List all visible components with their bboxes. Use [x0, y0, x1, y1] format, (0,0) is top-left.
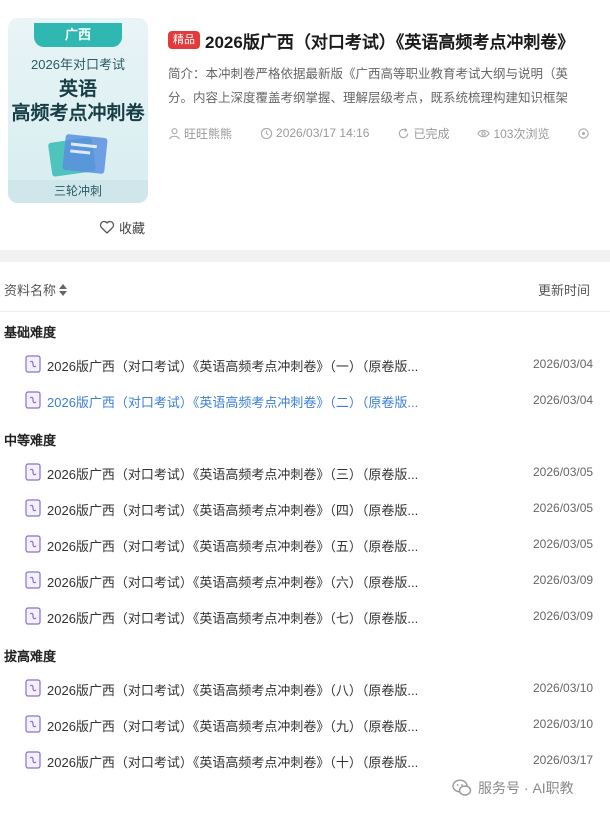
- file-name: 2026版广西（对口考试）《英语高频考点冲刺卷》（四）（原卷版...: [47, 503, 419, 518]
- view-count: 103次浏览: [477, 125, 549, 142]
- favorite-button[interactable]: 收藏: [99, 218, 145, 236]
- sort-by-name-button[interactable]: 资料名称: [4, 280, 68, 299]
- column-name-label: 资料名称: [4, 283, 57, 298]
- list-header: 资料名称 更新时间: [0, 262, 610, 312]
- wechat-icon: [452, 779, 472, 796]
- watermark-text: 服务号 · AI职教: [478, 780, 574, 796]
- intro-line-2: 分。内容上深度覆盖考纲掌握、理解层级考点，既系统梳理构建知识框架: [168, 91, 569, 105]
- eye-icon: [477, 129, 491, 137]
- file-icon: [25, 607, 41, 625]
- meta-bar: 旺旺熊熊 2026/03/17 14:16 已完成 103次浏览: [168, 124, 610, 142]
- file-row[interactable]: 2026版广西（对口考试）《英语高频考点冲刺卷》（一）（原卷版... 2026/0…: [0, 350, 610, 378]
- file-row[interactable]: 2026版广西（对口考试）《英语高频考点冲刺卷》（十）（原卷版... 2026/0…: [0, 746, 610, 774]
- file-icon: [25, 679, 41, 697]
- author-name: 旺旺熊熊: [184, 126, 233, 141]
- views-text: 103次浏览: [493, 126, 550, 141]
- file-row[interactable]: 2026版广西（对口考试）《英语高频考点冲刺卷》（六）（原卷版... 2026/0…: [0, 566, 610, 594]
- user-icon: [169, 127, 180, 139]
- completion-status: 已完成: [397, 125, 449, 142]
- file-name: 2026版广西（对口考试）《英语高频考点冲刺卷》（七）（原卷版...: [47, 611, 419, 626]
- file-icon: [25, 499, 41, 517]
- file-name: 2026版广西（对口考试）《英语高频考点冲刺卷》（三）（原卷版...: [47, 467, 419, 482]
- file-row[interactable]: 2026版广西（对口考试）《英语高频考点冲刺卷》（五）（原卷版... 2026/0…: [0, 530, 610, 558]
- file-icon: [25, 571, 41, 589]
- resource-header-card: 广西 2026年对口考试 英语 高频考点冲刺卷 三轮冲刺 收藏 精品 2026版…: [0, 0, 610, 250]
- author[interactable]: 旺旺熊熊: [168, 125, 232, 142]
- cover-image[interactable]: 广西 2026年对口考试 英语 高频考点冲刺卷: [8, 18, 148, 203]
- file-row[interactable]: 2026版广西（对口考试）《英语高频考点冲刺卷》（七）（原卷版... 2026/0…: [0, 602, 610, 630]
- group-title: 基础难度: [4, 325, 57, 340]
- file-icon: [25, 715, 41, 733]
- file-row[interactable]: 2026版广西（对口考试）《英语高频考点冲刺卷》（三）（原卷版... 2026/0…: [0, 458, 610, 486]
- group-title: 拔高难度: [4, 649, 57, 664]
- file-row[interactable]: 2026版广西（对口考试）《英语高频考点冲刺卷》（九）（原卷版... 2026/0…: [0, 710, 610, 738]
- file-date: 2026/03/10: [533, 681, 594, 695]
- cover-region-tag: 广西: [34, 23, 122, 47]
- file-icon: [25, 355, 41, 373]
- circle-icon: [578, 127, 590, 139]
- file-date: 2026/03/04: [533, 357, 594, 371]
- watermark: 服务号 · AI职教: [452, 778, 574, 798]
- file-name: 2026版广西（对口考试）《英语高频考点冲刺卷》（五）（原卷版...: [47, 539, 419, 554]
- group-title: 中等难度: [4, 433, 57, 448]
- heart-icon: [99, 220, 115, 234]
- file-date: 2026/03/05: [533, 537, 594, 551]
- refresh-icon: [399, 127, 409, 138]
- status-text: 已完成: [413, 126, 450, 141]
- book-illustration-icon: [48, 134, 108, 177]
- publish-time: 2026/03/17 14:16: [260, 126, 369, 140]
- premium-badge: 精品: [168, 31, 200, 49]
- intro-line-1: 简介：本冲刺卷严格依据最新版《广西高等职业教育考试大纲与说明（英: [168, 67, 569, 81]
- favorite-label: 收藏: [119, 220, 146, 236]
- cover-footer-label: 三轮冲刺: [53, 184, 102, 198]
- title-row: 精品 2026版广西（对口考试）《英语高频考点冲刺卷》: [168, 28, 610, 52]
- file-name: 2026版广西（对口考试）《英语高频考点冲刺卷》（八）（原卷版...: [47, 683, 419, 698]
- file-icon: [25, 463, 41, 481]
- sort-icon: [59, 283, 68, 296]
- column-time-label: 更新时间: [538, 283, 591, 298]
- page-title: 2026版广西（对口考试）《英语高频考点冲刺卷》: [205, 32, 575, 52]
- cover-subject: 英语: [58, 79, 97, 100]
- publish-datetime: 2026/03/17 14:16: [276, 126, 370, 140]
- file-name: 2026版广西（对口考试）《英语高频考点冲刺卷》（一）（原卷版...: [47, 359, 419, 374]
- clock-icon: [260, 127, 273, 139]
- file-row[interactable]: 2026版广西（对口考试）《英语高频考点冲刺卷》（二）（原卷版... 2026/0…: [0, 386, 610, 414]
- file-date: 2026/03/10: [533, 717, 594, 731]
- intro-text: 简介：本冲刺卷严格依据最新版《广西高等职业教育考试大纲与说明（英 分。内容上深度…: [168, 62, 610, 110]
- file-list-card: 资料名称 更新时间 基础难度 2026版广西（对口考试）《英语高频考点冲刺卷》（一…: [0, 262, 610, 813]
- file-date: 2026/03/09: [533, 573, 594, 587]
- file-date: 2026/03/05: [533, 465, 594, 479]
- file-row[interactable]: 2026版广西（对口考试）《英语高频考点冲刺卷》（四）（原卷版... 2026/0…: [0, 494, 610, 522]
- file-icon: [25, 391, 41, 409]
- file-name: 2026版广西（对口考试）《英语高频考点冲刺卷》（九）（原卷版...: [47, 719, 419, 734]
- file-date: 2026/03/05: [533, 501, 594, 515]
- file-icon: [25, 751, 41, 769]
- file-date: 2026/03/09: [533, 609, 594, 623]
- file-name: 2026版广西（对口考试）《英语高频考点冲刺卷》（十）（原卷版...: [47, 755, 419, 770]
- file-name: 2026版广西（对口考试）《英语高频考点冲刺卷》（二）（原卷版...: [47, 395, 419, 410]
- file-name: 2026版广西（对口考试）《英语高频考点冲刺卷》（六）（原卷版...: [47, 575, 419, 590]
- cover-subtitle: 2026年对口考试: [31, 57, 125, 72]
- file-row[interactable]: 2026版广西（对口考试）《英语高频考点冲刺卷》（八）（原卷版... 2026/0…: [0, 674, 610, 702]
- cover-title: 高频考点冲刺卷: [11, 103, 145, 124]
- file-date: 2026/03/04: [533, 393, 594, 407]
- file-icon: [25, 535, 41, 553]
- more-meta[interactable]: [577, 127, 590, 140]
- file-date: 2026/03/17: [533, 753, 594, 767]
